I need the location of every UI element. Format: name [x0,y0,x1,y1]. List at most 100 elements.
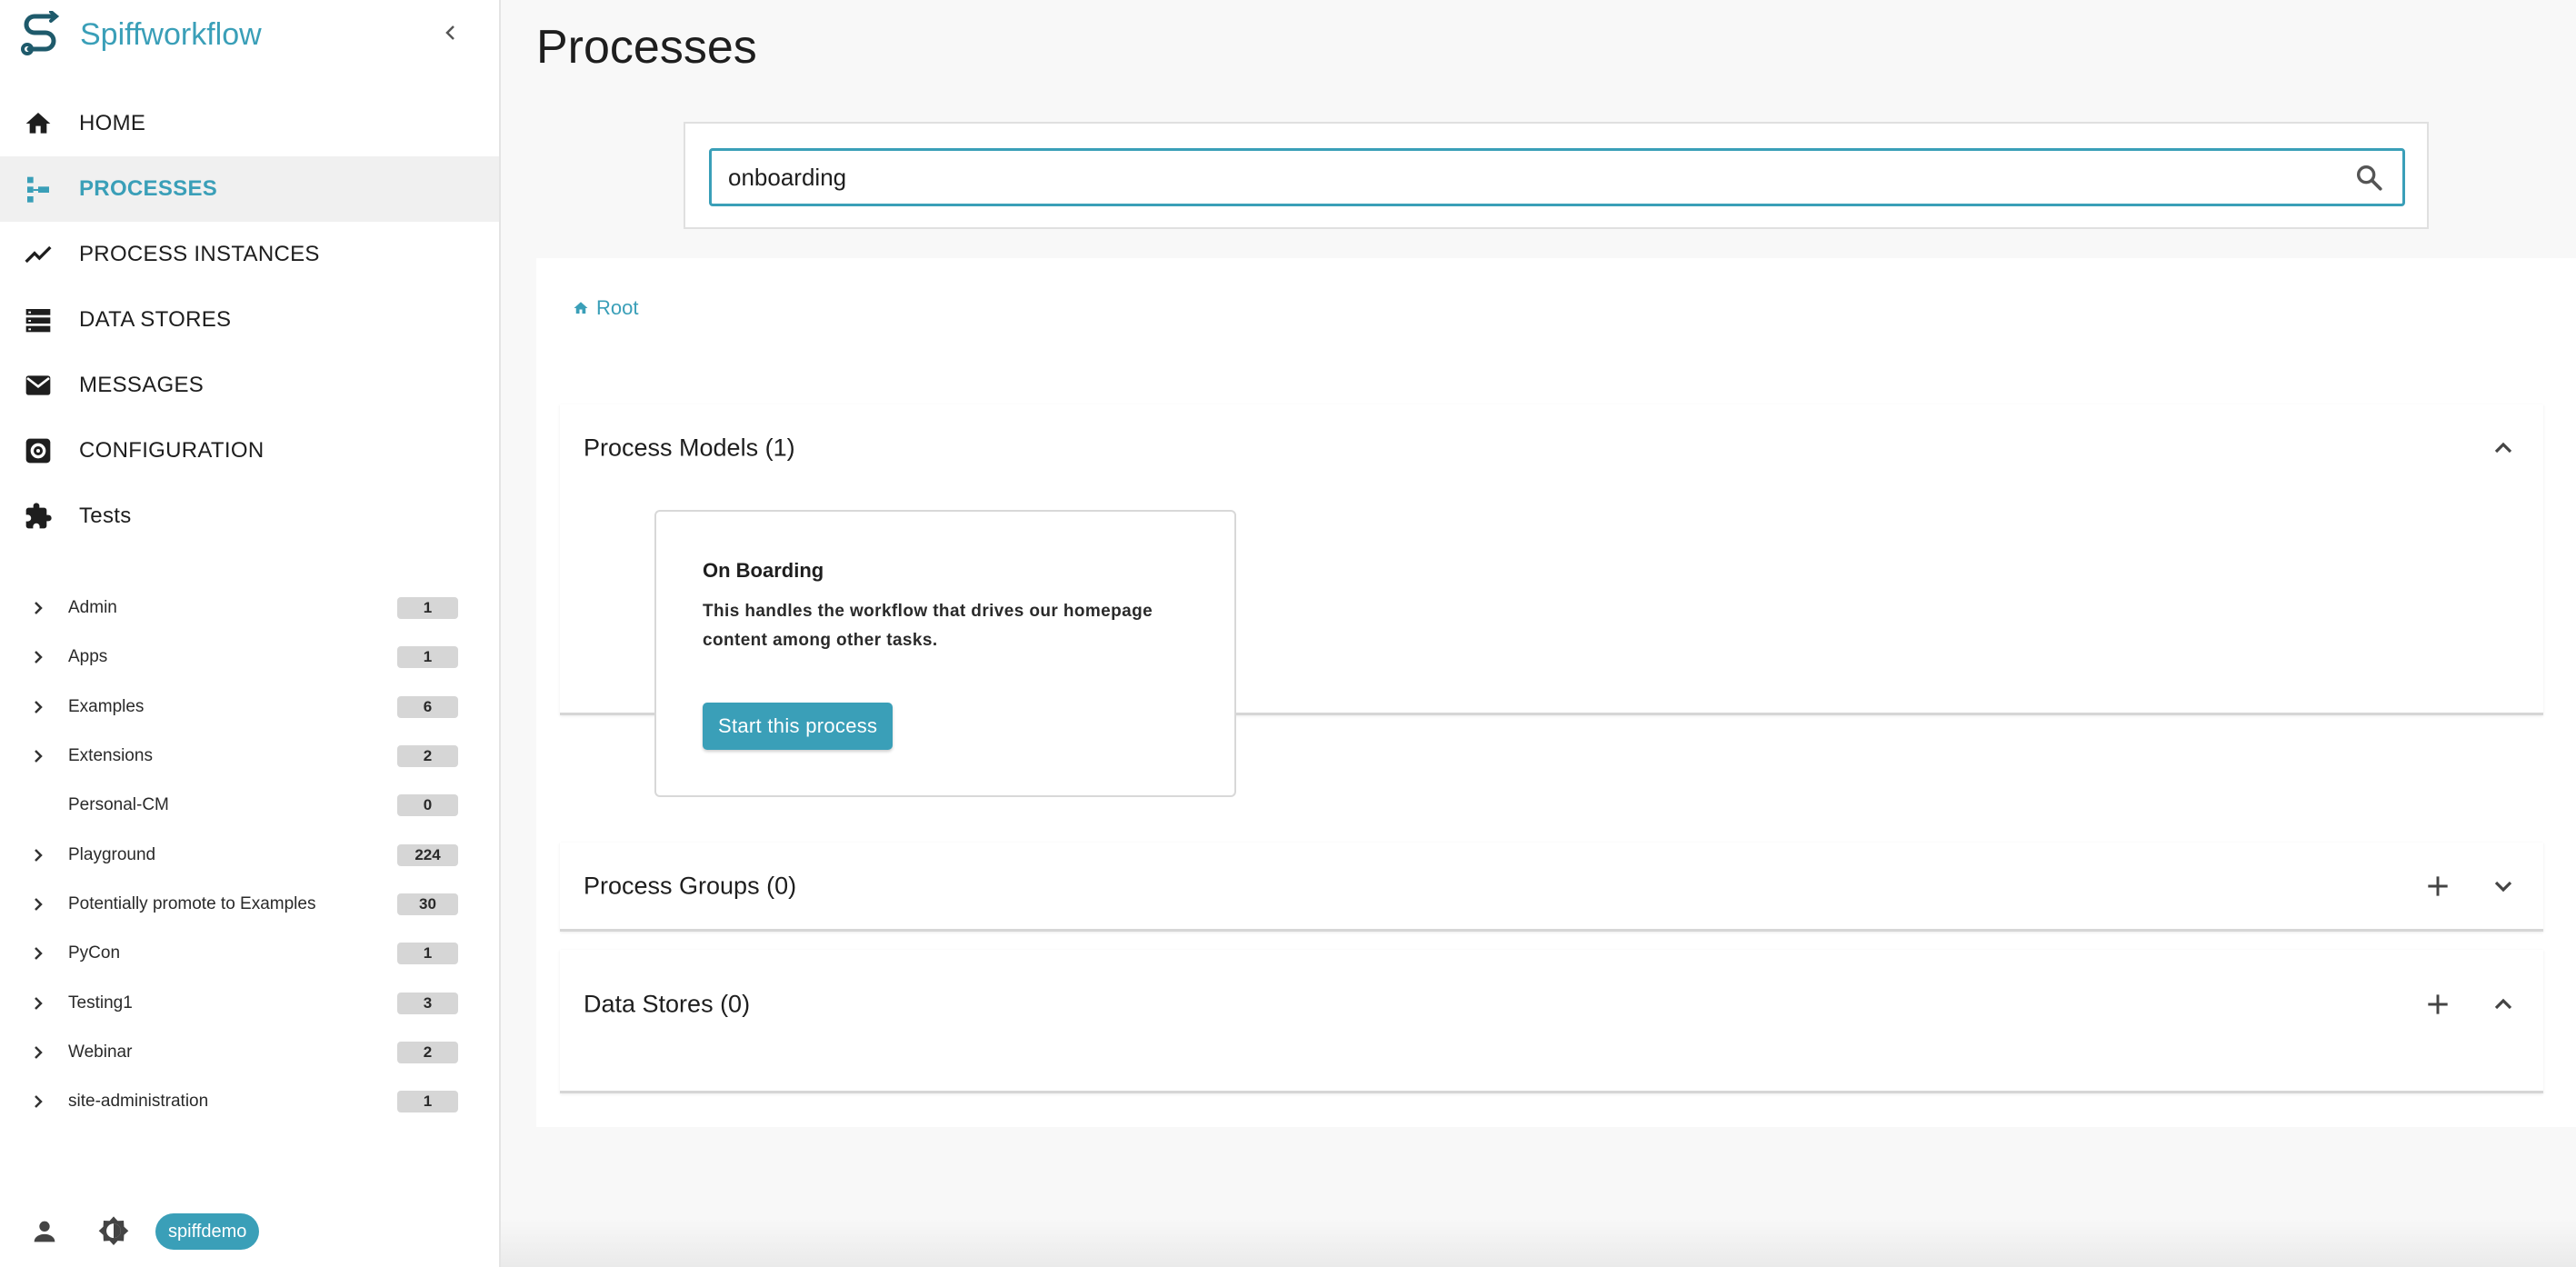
trending-line-icon [22,238,55,271]
search-box[interactable] [709,148,2405,206]
nav-item-messages[interactable]: MESSAGES [0,353,499,418]
tree-item-label: Personal-CM [68,795,169,815]
process-model-card[interactable]: On Boarding This handles the workflow th… [654,510,1236,797]
username-chip[interactable]: spiffdemo [155,1213,260,1250]
brightness-icon[interactable] [96,1214,131,1249]
section-title: Data Stores (0) [584,990,751,1018]
chevron-right-icon[interactable] [29,846,47,864]
nav-item-configuration[interactable]: CONFIGURATION [0,418,499,484]
chevron-left-icon [445,25,454,40]
tree-item[interactable]: Extensions 2 [0,732,499,781]
tree-item-label: Extensions [68,746,153,766]
nav-label-processes: PROCESSES [79,176,218,201]
nav-label-data-stores: DATA STORES [79,307,232,332]
count-badge: 1 [397,943,458,965]
section-title: Process Models (1) [584,434,795,462]
tree-item-label: Apps [68,647,108,667]
spiffworkflow-logo-icon [21,11,60,55]
search-input[interactable] [728,151,2328,204]
nav-label-messages: MESSAGES [79,373,205,397]
count-badge: 2 [397,745,458,768]
tree-item-label: Playground [68,844,156,864]
search-icon[interactable] [2353,162,2384,193]
home-icon [574,302,588,314]
breadcrumb-root[interactable]: Root [596,296,638,320]
page-title: Processes [536,21,757,74]
puzzle-piece-icon [22,500,55,533]
card-description: This handles the workflow that drives ou… [703,602,1153,650]
nav-label-tests: Tests [79,504,132,528]
search-panel [684,122,2429,229]
chevron-right-icon[interactable] [29,944,47,963]
count-badge: 30 [397,893,458,915]
nav-item-home[interactable]: HOME [0,91,499,156]
tree-item-label: Potentially promote to Examples [68,893,316,913]
tree-item-label: site-administration [68,1092,209,1112]
count-badge: 6 [397,695,458,718]
tree-item[interactable]: site-administration 1 [0,1077,499,1126]
user-icon[interactable] [29,1216,60,1247]
nav-label-configuration: CONFIGURATION [79,438,265,463]
tree-item[interactable]: Testing1 3 [0,978,499,1027]
tree-item-label: Testing1 [68,993,133,1013]
chevron-right-icon[interactable] [29,1043,47,1062]
count-badge: 3 [397,992,458,1014]
data-stores-header[interactable]: Data Stores (0) [560,950,2543,1059]
chevron-right-icon[interactable] [29,895,47,913]
chevron-right-icon[interactable] [29,747,47,765]
chevron-down-icon[interactable] [2489,872,2518,901]
chevron-right-icon[interactable] [29,599,47,617]
sidebar: Spiffworkflow HOME PROCESSES PROCESS INS… [0,0,501,1267]
data-stores-section: Data Stores (0) [560,950,2543,1093]
breadcrumb[interactable]: Root [573,296,638,320]
nav-item-processes[interactable]: PROCESSES [0,156,499,222]
process-models-section: Process Models (1) On Boarding This hand… [560,404,2543,797]
collapse-sidebar-button[interactable] [436,18,465,47]
settings-gear-icon [22,434,55,467]
tree-item-label: Webinar [68,1042,133,1062]
tree-item[interactable]: PyCon 1 [0,929,499,978]
process-models-header[interactable]: Process Models (1) [560,404,2543,492]
main-content: Root Process Models (1) On Boarding This… [536,258,2576,1127]
tree-item[interactable]: Webinar 2 [0,1028,499,1077]
nav-item-tests[interactable]: Tests [0,484,499,549]
bottom-shade [501,1218,2576,1267]
chevron-right-icon[interactable] [29,698,47,716]
chevron-up-icon[interactable] [2489,434,2518,463]
card-title: On Boarding [703,559,824,582]
chevron-up-icon[interactable] [2489,990,2518,1019]
process-group-tree: Admin 1 Apps 1 Examples 6 Extensions 2 P… [0,584,499,1126]
home-icon [22,107,55,140]
add-icon[interactable] [2423,872,2452,901]
nav-item-process-instances[interactable]: PROCESS INSTANCES [0,222,499,287]
storage-icon [22,304,55,336]
process-tree-icon [22,173,55,205]
count-badge: 1 [397,646,458,669]
count-badge: 1 [397,597,458,620]
main-nav: HOME PROCESSES PROCESS INSTANCES DATA ST… [0,91,499,549]
count-badge: 1 [397,1091,458,1113]
section-title: Process Groups (0) [584,872,797,900]
process-groups-header[interactable]: Process Groups (0) [560,843,2543,930]
nav-label-home: HOME [79,111,146,135]
tree-item[interactable]: Apps 1 [0,633,499,682]
brand[interactable]: Spiffworkflow [18,9,262,60]
tree-item-label: PyCon [68,943,121,963]
nav-item-data-stores[interactable]: DATA STORES [0,287,499,353]
nav-label-process-instances: PROCESS INSTANCES [79,242,320,266]
chevron-right-icon[interactable] [29,994,47,1013]
app-name: Spiffworkflow [80,16,262,52]
tree-item[interactable]: Personal-CM 0 [0,781,499,830]
count-badge: 0 [397,794,458,817]
tree-item[interactable]: Admin 1 [0,584,499,633]
tree-item-label: Examples [68,696,145,716]
tree-item[interactable]: Examples 6 [0,683,499,732]
chevron-right-icon[interactable] [29,648,47,666]
start-process-button[interactable]: Start this process [703,703,894,750]
chevron-right-icon[interactable] [29,1092,47,1111]
process-groups-section: Process Groups (0) [560,843,2543,932]
tree-item-label: Admin [68,598,117,618]
tree-item[interactable]: Playground 224 [0,830,499,879]
add-icon[interactable] [2423,990,2452,1019]
tree-item[interactable]: Potentially promote to Examples 30 [0,880,499,929]
